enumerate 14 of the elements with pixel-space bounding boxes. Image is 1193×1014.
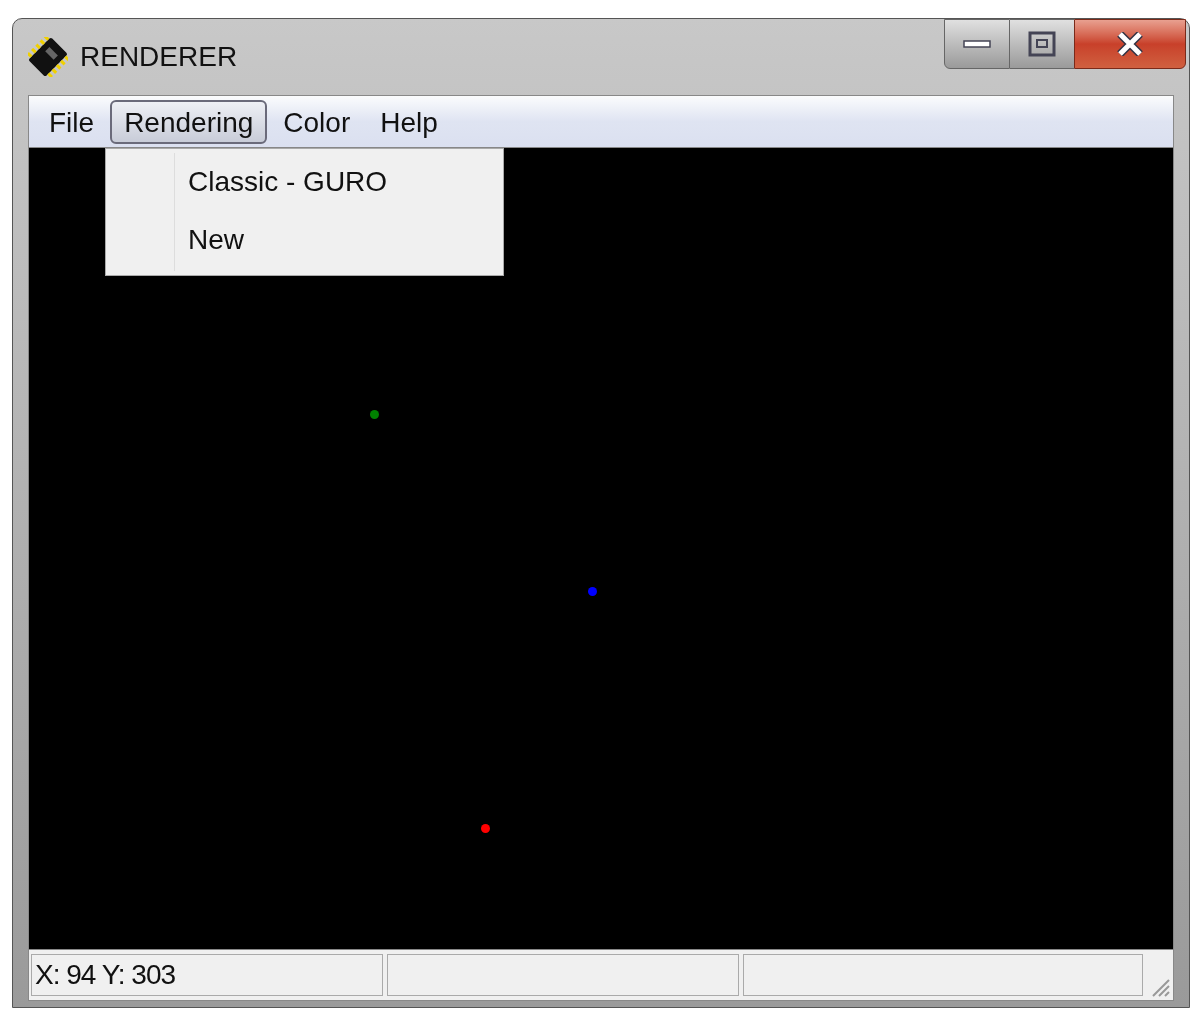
close-button[interactable]	[1074, 19, 1186, 69]
maximize-button[interactable]	[1010, 19, 1074, 69]
menu-item[interactable]: Color	[269, 99, 365, 144]
dropdown-item[interactable]: Classic - GURO	[106, 153, 503, 211]
menu-item[interactable]: Rendering	[110, 99, 268, 144]
dropdown-item[interactable]: New	[106, 211, 503, 269]
window-title: RENDERER	[80, 40, 238, 74]
menu-item[interactable]: File	[35, 99, 109, 144]
cursor-coordinates: X: 94 Y: 303	[35, 958, 176, 992]
close-icon	[1117, 32, 1143, 56]
minimize-button[interactable]	[944, 19, 1010, 69]
menu-item[interactable]: Help	[366, 99, 452, 144]
maximize-icon	[1028, 31, 1056, 57]
minimize-icon	[963, 40, 991, 48]
